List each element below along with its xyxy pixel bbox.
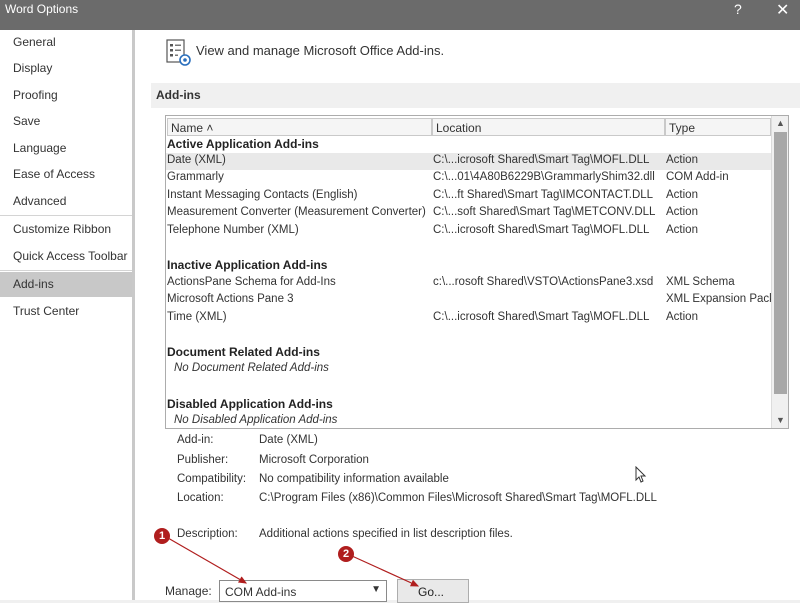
- annotation-arrow-2: [351, 555, 420, 587]
- annotation-arrows: [167, 537, 420, 587]
- annotation-arrow-1: [167, 537, 248, 584]
- callout-badge-2: 2: [338, 546, 354, 562]
- mouse-cursor-icon: [635, 466, 647, 483]
- callout-badge-1: 1: [154, 528, 170, 544]
